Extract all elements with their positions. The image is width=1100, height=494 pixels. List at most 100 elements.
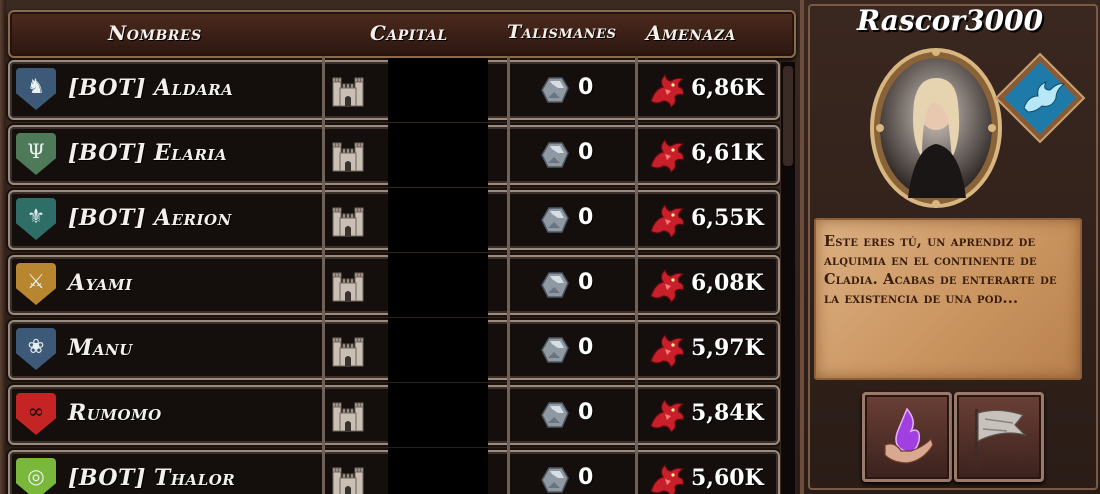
column-divider <box>507 316 510 384</box>
leaderboard-row[interactable]: Ψ [BOT] Elaria 0 6,61K <box>8 121 780 189</box>
player-description: Este eres tú, un aprendiz de alquimia en… <box>824 233 1057 307</box>
faction-shield-icon: ❀ <box>16 328 56 370</box>
chain-emblem-icon: ∞ <box>27 399 45 423</box>
column-header-names: Nombres <box>108 21 202 45</box>
threat-value: 6,86K <box>691 75 764 101</box>
column-divider <box>635 381 638 449</box>
column-divider <box>507 381 510 449</box>
alchemy-button[interactable] <box>862 392 952 482</box>
talisman-icon <box>541 142 569 168</box>
column-divider <box>635 251 638 319</box>
row-divider-gap <box>388 448 488 494</box>
pegasus-faction-icon[interactable] <box>994 52 1086 144</box>
column-divider <box>322 121 325 189</box>
threat-dragon-icon <box>650 73 685 108</box>
column-header-threat: Amenaza <box>646 21 736 45</box>
column-divider <box>635 186 638 254</box>
column-divider <box>507 446 510 494</box>
column-divider <box>322 186 325 254</box>
faction-shield-icon: ⚜ <box>16 198 56 240</box>
column-divider <box>322 56 325 124</box>
scrollbar-thumb[interactable] <box>783 66 793 166</box>
leaderboard-list[interactable]: ♞ [BOT] Aldara 0 6,86K Ψ [BOT] Elaria 0 … <box>8 56 780 494</box>
leaderboard-header: Nombres Capital Talismanes Amenaza <box>8 10 796 58</box>
capital-castle-icon[interactable] <box>330 462 366 494</box>
talisman-icon <box>541 272 569 298</box>
war-button[interactable] <box>954 392 1044 482</box>
column-header-capital: Capital <box>370 21 448 45</box>
leaderboard-row[interactable]: ◎ [BOT] Thalor 0 5,60K <box>8 446 780 494</box>
talisman-count: 0 <box>578 270 594 295</box>
sword-emblem-icon: ⚔ <box>27 269 45 293</box>
player-name[interactable]: Manu <box>68 335 133 361</box>
column-divider <box>507 121 510 189</box>
column-divider <box>635 316 638 384</box>
threat-dragon-icon <box>650 463 685 494</box>
column-divider <box>635 56 638 124</box>
player-name[interactable]: [BOT] Thalor <box>68 465 235 491</box>
capital-castle-icon[interactable] <box>330 72 366 108</box>
leaderboard-panel: Nombres Capital Talismanes Amenaza ♞ [BO… <box>0 0 800 494</box>
player-panel: Rascor3000 Este eres tú, un aprendiz de … <box>800 0 1100 494</box>
tree-emblem-icon: Ψ <box>27 139 45 163</box>
player-username: Rascor3000 <box>856 4 1044 37</box>
column-header-talismans: Talismanes <box>507 21 617 43</box>
player-name[interactable]: Rumomo <box>68 400 162 426</box>
capital-castle-icon[interactable] <box>330 202 366 238</box>
talisman-count: 0 <box>578 75 594 100</box>
column-divider <box>635 446 638 494</box>
dragon-emblem-icon: ♞ <box>27 74 45 98</box>
capital-castle-icon[interactable] <box>330 137 366 173</box>
leaderboard-row[interactable]: ⚔ Ayami 0 6,08K <box>8 251 780 319</box>
column-divider <box>322 316 325 384</box>
talisman-icon <box>541 337 569 363</box>
threat-value: 6,61K <box>691 140 764 166</box>
player-name[interactable]: [BOT] Elaria <box>68 140 227 166</box>
capital-castle-icon[interactable] <box>330 267 366 303</box>
threat-dragon-icon <box>650 268 685 303</box>
row-divider-gap <box>388 188 488 252</box>
talisman-icon <box>541 77 569 103</box>
player-portrait[interactable] <box>870 48 1002 208</box>
column-divider <box>322 381 325 449</box>
threat-value: 6,55K <box>691 205 764 231</box>
leaderboard-row[interactable]: ❀ Manu 0 5,97K <box>8 316 780 384</box>
player-name[interactable]: Ayami <box>68 270 133 296</box>
capital-castle-icon[interactable] <box>330 397 366 433</box>
talisman-icon <box>541 207 569 233</box>
threat-dragon-icon <box>650 203 685 238</box>
war-flag-icon <box>975 409 1028 467</box>
row-divider-gap <box>388 318 488 382</box>
leaderboard-row[interactable]: ⚜ [BOT] Aerion 0 6,55K <box>8 186 780 254</box>
player-description-box: Este eres tú, un aprendiz de alquimia en… <box>814 218 1082 380</box>
faction-shield-icon: ◎ <box>16 458 56 494</box>
leaderboard-row[interactable]: ♞ [BOT] Aldara 0 6,86K <box>8 56 780 124</box>
row-divider-gap <box>388 383 488 447</box>
player-name[interactable]: [BOT] Aerion <box>68 205 232 231</box>
leaderboard-row[interactable]: ∞ Rumomo 0 5,84K <box>8 381 780 449</box>
talisman-count: 0 <box>578 205 594 230</box>
magic-hand-icon <box>884 407 934 464</box>
row-divider-gap <box>388 123 488 187</box>
player-name[interactable]: [BOT] Aldara <box>68 75 233 101</box>
column-divider <box>322 251 325 319</box>
threat-dragon-icon <box>650 333 685 368</box>
threat-value: 5,97K <box>691 335 764 361</box>
threat-value: 6,08K <box>691 270 764 296</box>
knot-emblem-icon: ❀ <box>27 334 45 358</box>
capital-castle-icon[interactable] <box>330 332 366 368</box>
threat-dragon-icon <box>650 138 685 173</box>
threat-dragon-icon <box>650 398 685 433</box>
threat-value: 5,84K <box>691 400 764 426</box>
column-divider <box>322 446 325 494</box>
faction-shield-icon: ∞ <box>16 393 56 435</box>
row-divider-gap <box>388 58 488 122</box>
leaderboard-scrollbar[interactable] <box>780 62 795 494</box>
row-divider-gap <box>388 253 488 317</box>
talisman-count: 0 <box>578 140 594 165</box>
ring-emblem-icon: ◎ <box>27 464 45 488</box>
faction-shield-icon: Ψ <box>16 133 56 175</box>
column-divider <box>507 186 510 254</box>
column-divider <box>507 251 510 319</box>
talisman-count: 0 <box>578 335 594 360</box>
